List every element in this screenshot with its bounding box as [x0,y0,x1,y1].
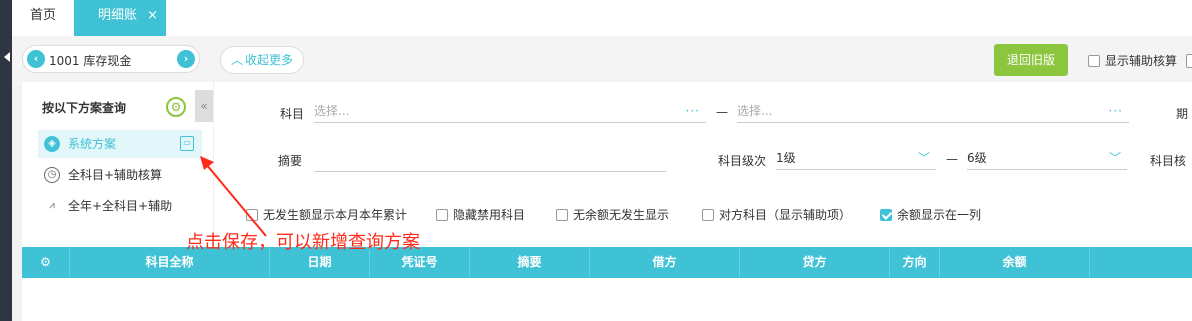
chevron-up-icon: ︿ [231,53,244,67]
prev-account-icon[interactable]: ‹ [27,50,45,68]
close-icon[interactable]: × [147,0,158,32]
column-header[interactable]: 方向 [890,247,940,278]
tab-ledger-detail-label: 明细账 [98,8,138,23]
annotation-text: 点击保存，可以新增查询方案 [186,232,420,253]
tab-ledger-detail[interactable]: 明细账 × [74,0,166,36]
annotation-arrow [200,156,267,237]
option-no-balance[interactable]: 无余额无发生显示 [556,206,669,223]
option-label: 无发生额显示本月本年累计 [263,208,408,222]
level-from-value: 1级 [776,151,796,165]
next-account-icon[interactable]: › [177,50,195,68]
scheme-item-year-aux[interactable]: ⩘ 全年+全科目+辅助 [38,192,202,220]
subject-to-placeholder: 选择... [737,104,773,118]
table-settings-icon[interactable]: ⚙ [22,247,70,278]
option-hide-disabled[interactable]: 隐藏禁用科目 [436,206,525,223]
more-icon[interactable]: ··· [1109,99,1123,123]
level-label: 科目级次 [718,154,767,168]
chart-icon: ⩘ [49,200,55,211]
more-icon[interactable]: ··· [686,99,700,123]
scheme-title: 按以下方案查询 [42,101,127,115]
column-header[interactable]: 余额 [940,247,1090,278]
column-header[interactable]: 摘要 [470,247,590,278]
subject-label: 科目 [280,107,305,121]
scheme-item-system[interactable]: ◈ 系统方案 ▭ [38,130,202,158]
scheme-item-label: 全年+全科目+辅助 [68,199,173,213]
level-to-select[interactable]: 6级 ﹀ [967,146,1127,170]
collapse-more-label: 收起更多 [245,53,294,67]
summary-label: 摘要 [278,154,303,168]
subject-to-input[interactable]: 选择... ··· [737,99,1129,123]
option-label: 余额显示在一列 [897,208,982,222]
tab-home[interactable]: 首页 [16,0,70,36]
option-no-occurrence[interactable]: 无发生额显示本月本年累计 [246,206,407,223]
account-value: 1001 库存现金 [49,54,132,68]
option-label: 对方科目（显示辅助项） [719,208,852,222]
scheme-item-label: 系统方案 [68,137,117,151]
range-dash: — [946,152,958,166]
tab-bar: 首页 明细账 × [12,0,1192,36]
scheme-item-label: 全科目+辅助核算 [68,168,163,182]
option-label: 无余额无发生显示 [573,208,670,222]
clock-icon: ◷ [44,167,60,183]
toolbar: ‹ 1001 库存现金 › ︿ 收起更多 退回旧版 显示辅助核算 [12,36,1192,86]
rail-toggle-icon[interactable] [4,52,10,62]
checkbox-icon [556,209,568,221]
fold-sidebar-icon[interactable]: « [195,90,213,122]
save-icon[interactable]: ▭ [180,136,194,151]
scheme-sidebar: 按以下方案查询 ⚙ « ◈ 系统方案 ▭ ◷ 全科目+辅助核算 ⩘ 全年+全科目… [22,82,214,247]
range-dash: — [716,105,728,119]
left-rail [0,0,12,321]
show-aux-checkbox[interactable]: 显示辅助核算 [1088,52,1177,69]
column-header[interactable]: 贷方 [740,247,890,278]
account-selector[interactable]: ‹ 1001 库存现金 › [22,45,200,73]
level-from-select[interactable]: 1级 ﹀ [776,146,936,170]
chevron-down-icon: ﹀ [1108,151,1121,165]
cube-icon: ◈ [44,136,60,152]
checkbox-icon [1088,55,1100,67]
period-label-cut: 期 [1176,107,1189,121]
option-counter-subject[interactable]: 对方科目（显示辅助项） [702,206,851,223]
option-label: 隐藏禁用科目 [453,208,526,222]
table-body [22,278,1192,321]
chevron-down-icon: ﹀ [917,151,930,165]
subject-from-placeholder: 选择... [314,104,350,118]
column-header[interactable]: 借方 [590,247,740,278]
checkbox-checked-icon [880,209,892,221]
summary-input[interactable] [314,148,666,172]
option-balance-one-column[interactable]: 余额显示在一列 [880,206,981,223]
collapse-more-button[interactable]: ︿ 收起更多 [220,46,304,74]
scheme-item-all-aux[interactable]: ◷ 全科目+辅助核算 [38,161,202,189]
query-form: 科目 选择... ··· — 选择... ··· 期 摘要 科目级次 1级 ﹀ … [214,82,1192,247]
subject-from-input[interactable]: 选择... ··· [314,99,706,123]
old-version-button[interactable]: 退回旧版 [994,44,1068,76]
checkbox-icon [702,209,714,221]
edge-checkbox[interactable] [1186,54,1192,68]
level-to-value: 6级 [967,151,987,165]
aux-label-cut: 科目核 [1150,154,1187,168]
checkbox-icon [436,209,448,221]
show-aux-label: 显示辅助核算 [1105,54,1178,68]
gear-icon[interactable]: ⚙ [166,97,186,117]
